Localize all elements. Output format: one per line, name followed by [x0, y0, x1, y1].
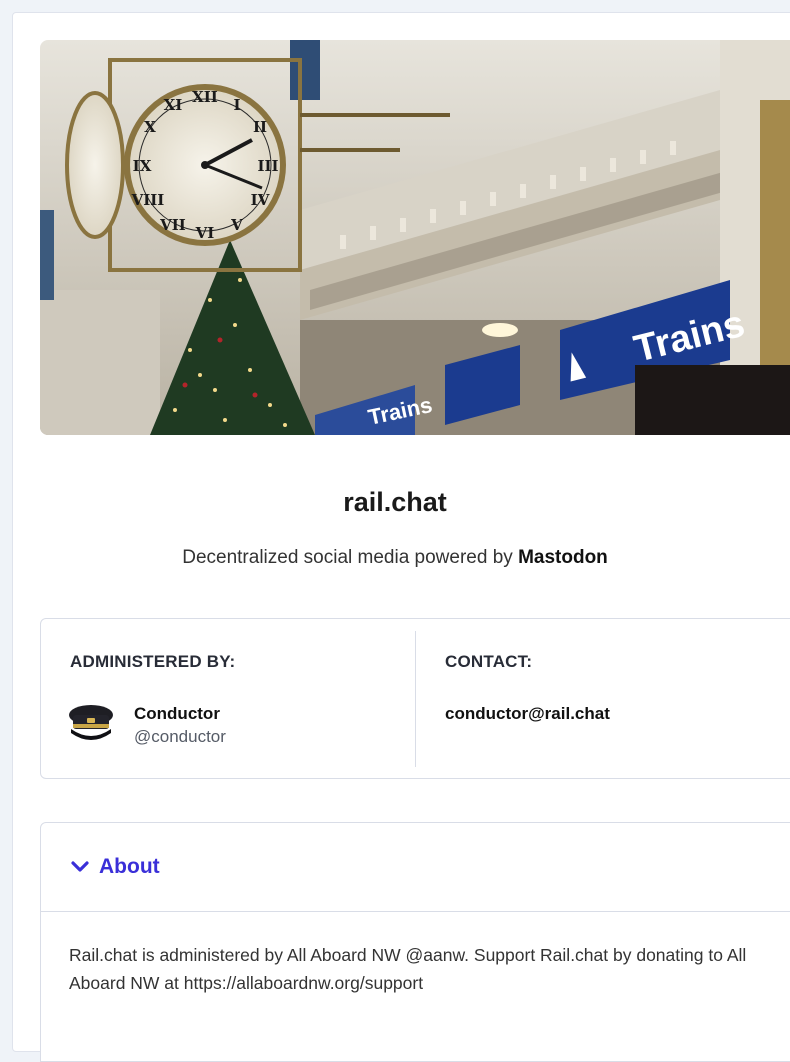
server-info-card: ADMINISTERED BY: Conductor @conductor CO…: [40, 618, 790, 779]
svg-text:IV: IV: [251, 191, 270, 209]
conductor-cap-icon: [69, 705, 113, 740]
admin-handle[interactable]: @conductor: [134, 727, 226, 747]
contact-email-link[interactable]: conductor@rail.chat: [445, 704, 610, 724]
tagline-prefix: Decentralized social media powered by: [182, 547, 513, 568]
about-label: About: [99, 855, 160, 878]
about-section: About Rail.chat is administered by All A…: [40, 822, 790, 1062]
contact-heading: CONTACT:: [445, 652, 533, 671]
administered-by-heading: ADMINISTERED BY:: [70, 652, 236, 671]
chevron-down-icon: [71, 861, 89, 872]
svg-text:X: X: [144, 118, 156, 136]
svg-text:VI: VI: [195, 224, 215, 242]
about-description: Rail.chat is administered by All Aboard …: [69, 945, 747, 993]
admin-avatar[interactable]: [67, 699, 115, 747]
mastodon-link[interactable]: Mastodon: [518, 547, 608, 568]
svg-text:II: II: [253, 118, 267, 136]
svg-text:I: I: [233, 96, 240, 114]
server-banner-image: XII I II III IV V VI VII VIII IX X XI Tr…: [40, 40, 790, 435]
info-divider: [415, 631, 416, 767]
svg-text:XII: XII: [192, 88, 218, 106]
server-name: rail.chat: [343, 487, 447, 517]
about-toggle-button[interactable]: About: [71, 855, 160, 879]
server-tagline: Decentralized social media powered by Ma…: [0, 547, 790, 569]
svg-text:VIII: VIII: [131, 191, 165, 209]
svg-text:III: III: [257, 157, 278, 175]
svg-text:IX: IX: [133, 157, 152, 175]
admin-display-name[interactable]: Conductor: [134, 704, 220, 724]
svg-text:VII: VII: [159, 216, 186, 234]
svg-text:V: V: [230, 216, 243, 234]
about-divider: [41, 911, 790, 912]
svg-text:XI: XI: [164, 96, 183, 114]
